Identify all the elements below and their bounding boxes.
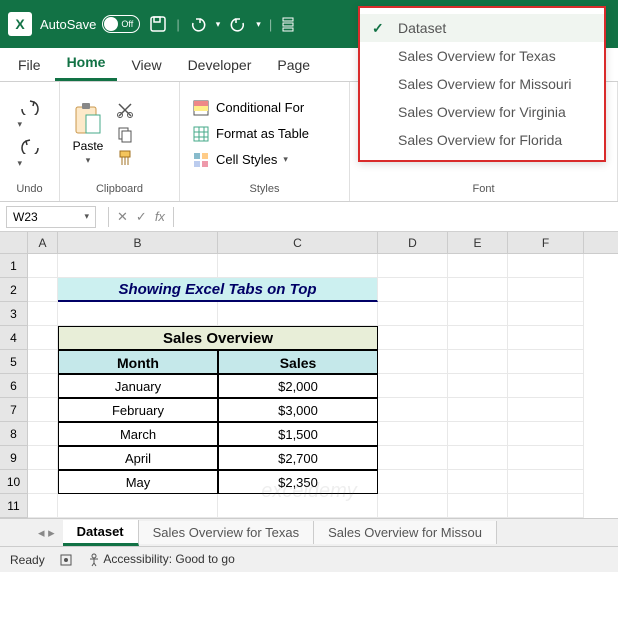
sheets-list-icon[interactable] <box>280 14 300 34</box>
accessibility-status[interactable]: Accessibility: Good to go <box>87 552 235 567</box>
name-box[interactable]: W23 ▾ <box>6 206 96 228</box>
row-header[interactable]: 6 <box>0 374 28 398</box>
group-label-font: Font <box>358 181 609 197</box>
undo-button[interactable]: ▾ <box>18 99 42 130</box>
row-header[interactable]: 3 <box>0 302 28 326</box>
chevron-down-icon[interactable]: ▾ <box>84 211 89 222</box>
formula-bar[interactable]: ✕ ✓ fx <box>102 207 618 227</box>
formula-bar-row: W23 ▾ ✕ ✓ fx <box>0 202 618 232</box>
table-cell[interactable]: $2,700 <box>218 446 378 470</box>
group-label-styles: Styles <box>188 181 341 197</box>
format-painter-icon[interactable] <box>116 149 134 167</box>
dropdown-item[interactable]: Sales Overview for Texas <box>360 42 604 70</box>
column-headers: A B C D E F <box>0 232 618 254</box>
table-cell[interactable]: $1,500 <box>218 422 378 446</box>
cell-styles-button[interactable]: Cell Styles▾ <box>188 149 292 171</box>
row-header[interactable]: 5 <box>0 350 28 374</box>
row-header[interactable]: 11 <box>0 494 28 518</box>
fmt-table-label: Format as Table <box>216 126 309 141</box>
table-cell[interactable]: January <box>58 374 218 398</box>
redo-button[interactable]: ▾ <box>18 138 42 169</box>
col-header[interactable]: E <box>448 232 508 253</box>
cond-fmt-label: Conditional For <box>216 100 304 115</box>
app-icon: X <box>8 12 32 36</box>
row-header[interactable]: 9 <box>0 446 28 470</box>
group-label-clipboard: Clipboard <box>68 181 171 197</box>
cell-styles-label: Cell Styles <box>216 152 277 167</box>
tab-developer[interactable]: Developer <box>176 49 264 81</box>
qat-separator: | <box>269 17 272 32</box>
sheet-tabs-bar: ◂ ▸ Dataset Sales Overview for Texas Sal… <box>0 518 618 546</box>
dropdown-item[interactable]: Sales Overview for Virginia <box>360 98 604 126</box>
table-title[interactable]: Sales Overview <box>58 326 378 350</box>
sheet-tab[interactable]: Sales Overview for Missou <box>314 521 497 544</box>
tab-home[interactable]: Home <box>55 46 118 81</box>
ribbon-group-clipboard: Paste ▾ Clipboard <box>60 82 180 201</box>
spreadsheet-grid[interactable]: A B C D E F 1 2 Showing Excel Tabs on Top… <box>0 232 618 518</box>
sheet-nav-arrows[interactable]: ◂ ▸ <box>30 525 63 541</box>
table-cell[interactable]: $2,000 <box>218 374 378 398</box>
chevron-down-icon[interactable]: ▾ <box>256 19 261 30</box>
enter-icon[interactable]: ✓ <box>136 209 147 225</box>
row-header[interactable]: 1 <box>0 254 28 278</box>
table-cell[interactable]: $2,350 <box>218 470 378 494</box>
conditional-formatting-button[interactable]: Conditional For <box>188 97 308 119</box>
undo-icon[interactable] <box>188 14 208 34</box>
redo-icon[interactable] <box>228 14 248 34</box>
macro-record-icon[interactable] <box>59 553 73 567</box>
table-cell[interactable]: May <box>58 470 218 494</box>
col-header[interactable]: C <box>218 232 378 253</box>
col-header[interactable]: A <box>28 232 58 253</box>
col-header[interactable]: B <box>58 232 218 253</box>
row-header[interactable]: 4 <box>0 326 28 350</box>
cut-icon[interactable] <box>116 101 134 119</box>
status-ready: Ready <box>10 553 45 567</box>
toggle-state: Off <box>121 19 133 29</box>
qat-separator: | <box>176 17 179 32</box>
ribbon-group-styles: Conditional For Format as Table Cell Sty… <box>180 82 350 201</box>
tab-view[interactable]: View <box>119 49 173 81</box>
tab-page[interactable]: Page <box>265 49 322 81</box>
table-cell[interactable]: February <box>58 398 218 422</box>
row-header[interactable]: 7 <box>0 398 28 422</box>
col-header[interactable]: F <box>508 232 584 253</box>
table-cell[interactable]: March <box>58 422 218 446</box>
sheet-tab[interactable]: Sales Overview for Texas <box>139 521 314 544</box>
row-header[interactable]: 10 <box>0 470 28 494</box>
dropdown-item[interactable]: Sales Overview for Missouri <box>360 70 604 98</box>
table-cell[interactable]: April <box>58 446 218 470</box>
ribbon-group-undo: ▾ ▾ Undo <box>0 82 60 201</box>
dropdown-item[interactable]: Sales Overview for Florida <box>360 126 604 154</box>
copy-icon[interactable] <box>116 125 134 143</box>
select-all-corner[interactable] <box>0 232 28 253</box>
autosave-toggle[interactable]: Off <box>102 15 140 33</box>
table-cell[interactable]: $3,000 <box>218 398 378 422</box>
chevron-down-icon[interactable]: ▾ <box>86 155 91 166</box>
name-box-value: W23 <box>13 210 38 224</box>
format-as-table-button[interactable]: Format as Table <box>188 123 313 145</box>
tab-file[interactable]: File <box>6 49 53 81</box>
autosave-label: AutoSave <box>40 17 96 32</box>
sheets-dropdown: Dataset Sales Overview for Texas Sales O… <box>358 6 606 162</box>
dropdown-item[interactable]: Dataset <box>360 14 604 42</box>
toggle-knob <box>104 17 118 31</box>
group-label-undo: Undo <box>8 181 51 197</box>
save-icon[interactable] <box>148 14 168 34</box>
accessibility-label: Accessibility: Good to go <box>103 552 234 566</box>
cancel-icon[interactable]: ✕ <box>117 209 128 225</box>
status-bar: Ready Accessibility: Good to go <box>0 546 618 572</box>
paste-button[interactable]: Paste ▾ <box>68 97 108 170</box>
table-header[interactable]: Sales <box>218 350 378 374</box>
paste-label: Paste <box>73 139 104 153</box>
autosave-control[interactable]: AutoSave Off <box>40 15 140 33</box>
row-header[interactable]: 8 <box>0 422 28 446</box>
row-header[interactable]: 2 <box>0 278 28 302</box>
sheet-title[interactable]: Showing Excel Tabs on Top <box>58 278 378 302</box>
col-header[interactable]: D <box>378 232 448 253</box>
table-header[interactable]: Month <box>58 350 218 374</box>
fx-label: fx <box>155 209 165 224</box>
sheet-tab-dataset[interactable]: Dataset <box>63 520 139 546</box>
chevron-down-icon[interactable]: ▾ <box>216 19 221 30</box>
